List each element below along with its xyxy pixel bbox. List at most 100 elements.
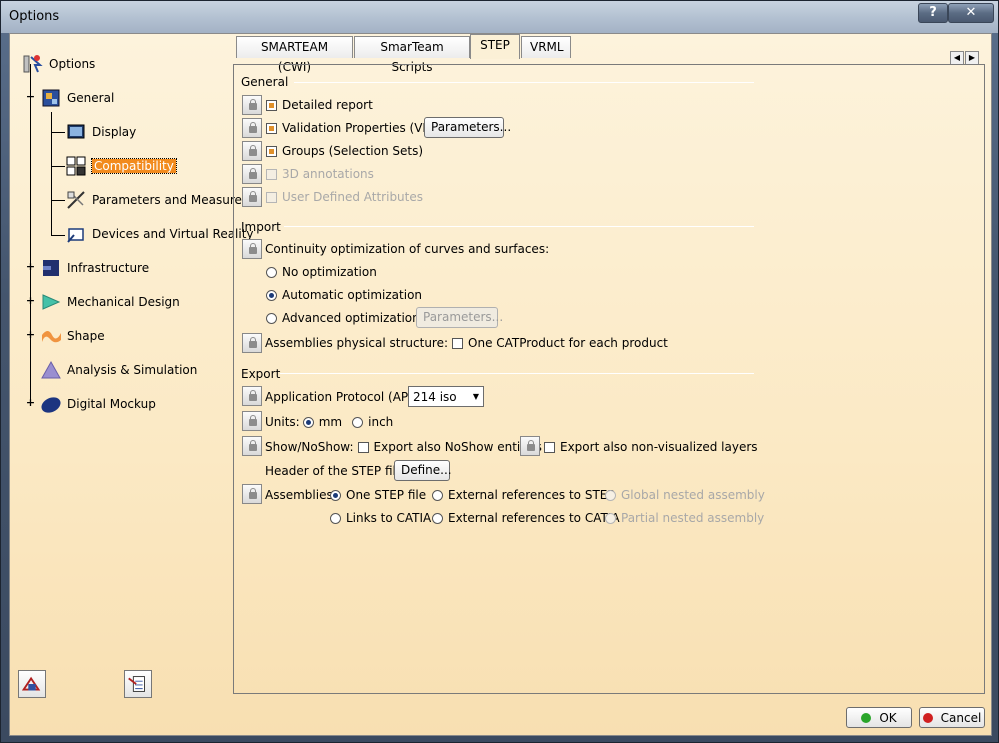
tree-label-analysis-simulation: Analysis & Simulation xyxy=(67,363,198,377)
assemblies-export-label: Assemblies: xyxy=(265,488,337,502)
title-bar: Options ? ✕ xyxy=(1,1,998,33)
ok-button[interactable]: OK xyxy=(846,707,912,728)
tree-label-devices-vr: Devices and Virtual Reality xyxy=(92,227,254,241)
options-tree: Options − General Display Compatibility … xyxy=(18,42,254,682)
define-header-button[interactable]: Define... xyxy=(394,460,452,481)
expand-mechanical-icon[interactable]: + xyxy=(25,295,36,307)
tree-label-display: Display xyxy=(92,125,137,139)
expand-digital-mockup-icon[interactable]: + xyxy=(25,397,36,409)
tree-label-compatibility: Compatibility xyxy=(91,158,177,174)
advanced-parameters-button[interactable]: Parameters... xyxy=(416,307,503,328)
lock-user-attrs-icon xyxy=(242,187,262,207)
cancel-dot-icon xyxy=(922,712,933,723)
validation-properties-checkbox[interactable]: Validation Properties (VP) xyxy=(266,121,434,135)
tree-item-display[interactable]: Display xyxy=(65,118,136,146)
close-button[interactable]: ✕ xyxy=(948,3,994,23)
tab-vrml[interactable]: VRML xyxy=(521,36,571,58)
tree-label-general: General xyxy=(67,91,115,105)
tree-item-digital-mockup[interactable]: Digital Mockup xyxy=(40,390,156,418)
export-noshow-checkbox[interactable] xyxy=(357,441,369,453)
tree-item-shape[interactable]: Shape xyxy=(40,322,105,350)
lock-3d-annotations-icon xyxy=(242,164,262,184)
links-to-catia-radio[interactable]: Links to CATIA xyxy=(330,511,431,525)
lock-ap-icon[interactable] xyxy=(242,386,262,406)
general-icon xyxy=(42,89,60,107)
tree-label-options: Options xyxy=(49,57,96,71)
3d-annotations-checkbox: 3D annotations xyxy=(266,167,374,181)
section-general-title: General xyxy=(241,75,289,89)
global-nested-assembly-radio: Global nested assembly xyxy=(605,488,765,502)
tree-item-analysis-simulation[interactable]: Analysis & Simulation xyxy=(40,356,197,384)
display-icon xyxy=(67,124,85,139)
tab-smarteam-scripts[interactable]: SmarTeam Scripts xyxy=(354,36,470,74)
validation-parameters-button[interactable]: Parameters... xyxy=(424,117,511,138)
detailed-report-checkbox[interactable]: Detailed report xyxy=(266,98,373,112)
tab-step[interactable]: STEP xyxy=(470,34,520,59)
step-panel xyxy=(233,64,985,694)
cancel-button[interactable]: Cancel xyxy=(919,707,985,728)
assemblies-structure-row: Assemblies physical structure: One CATPr… xyxy=(265,336,668,350)
tab-scroll-right-icon[interactable]: ▶ xyxy=(965,51,979,65)
ap-select[interactable]: 214 iso ▼ xyxy=(408,386,484,407)
reset-options-icon[interactable] xyxy=(18,670,46,698)
one-step-file-radio[interactable]: One STEP file xyxy=(330,488,426,502)
partial-nested-assembly-radio: Partial nested assembly xyxy=(605,511,764,525)
tree-label-mechanical-design: Mechanical Design xyxy=(67,295,180,309)
lock-continuity-icon[interactable] xyxy=(242,239,262,259)
lock-shownoshow-icon[interactable] xyxy=(242,436,262,456)
lock-assemblies-structure-icon[interactable] xyxy=(242,333,262,353)
mechanical-design-icon xyxy=(42,294,61,310)
shape-icon xyxy=(42,331,61,343)
groups-checkbox[interactable]: Groups (Selection Sets) xyxy=(266,144,423,158)
tree-item-parameters-measure[interactable]: Parameters and Measure xyxy=(65,186,242,214)
export-nonvisualized-checkbox[interactable]: Export also non-visualized layers xyxy=(544,440,758,454)
external-references-step-radio[interactable]: External references to STEP xyxy=(432,488,615,502)
help-button[interactable]: ? xyxy=(918,3,948,23)
dialog-client: Options − General Display Compatibility … xyxy=(9,33,992,736)
tab-scroll-left-icon[interactable]: ◀ xyxy=(950,51,964,65)
devices-vr-icon xyxy=(67,228,84,243)
expand-shape-icon[interactable]: + xyxy=(25,329,36,341)
parameters-measure-icon xyxy=(67,191,85,209)
section-export-title: Export xyxy=(241,367,281,381)
external-references-catia-radio[interactable]: External references to CATIA xyxy=(432,511,620,525)
no-optimization-radio[interactable]: No optimization xyxy=(266,265,377,279)
dump-parameters-icon[interactable] xyxy=(124,670,152,698)
tree-item-general[interactable]: General xyxy=(40,84,114,112)
one-catproduct-checkbox[interactable] xyxy=(452,337,464,349)
units-row: Units: mm inch xyxy=(265,415,394,429)
lock-validation-icon[interactable] xyxy=(242,118,262,138)
tree-label-digital-mockup: Digital Mockup xyxy=(67,397,156,411)
tab-smarteam-cwi[interactable]: SMARTEAM (CWI) xyxy=(236,36,353,74)
compatibility-icon xyxy=(66,156,86,176)
options-icon xyxy=(23,55,43,73)
lock-groups-icon[interactable] xyxy=(242,141,262,161)
tree-item-infrastructure[interactable]: Infrastructure xyxy=(40,254,149,282)
lock-assemblies-export-icon[interactable] xyxy=(242,484,262,504)
units-mm-radio[interactable] xyxy=(302,416,314,428)
digital-mockup-icon xyxy=(41,397,61,413)
automatic-optimization-radio[interactable]: Automatic optimization xyxy=(266,288,422,302)
section-import-title: Import xyxy=(241,220,281,234)
expand-infrastructure-icon[interactable]: + xyxy=(25,261,36,273)
user-defined-attributes-checkbox: User Defined Attributes xyxy=(266,190,423,204)
tree-label-shape: Shape xyxy=(67,329,105,343)
analysis-simulation-icon xyxy=(41,360,61,379)
tree-label-infrastructure: Infrastructure xyxy=(67,261,150,275)
lock-units-icon[interactable] xyxy=(242,411,262,431)
units-inch-radio[interactable] xyxy=(352,416,364,428)
lock-detailed-report-icon[interactable] xyxy=(242,95,262,115)
ok-dot-icon xyxy=(861,712,872,723)
options-window: Options ? ✕ Options − General Display Co… xyxy=(0,0,999,743)
collapse-general-icon[interactable]: − xyxy=(25,91,36,103)
tree-item-mechanical-design[interactable]: Mechanical Design xyxy=(40,288,180,316)
lock-nonvisualized-icon[interactable] xyxy=(520,436,540,456)
dropdown-arrow-icon: ▼ xyxy=(472,392,479,401)
tree-item-options[interactable]: Options xyxy=(22,50,95,78)
tree-item-compatibility[interactable]: Compatibility xyxy=(65,152,177,180)
tree-item-devices-vr[interactable]: Devices and Virtual Reality xyxy=(65,220,254,248)
ap-label: Application Protocol (AP) : xyxy=(265,390,421,404)
tree-label-parameters-measure: Parameters and Measure xyxy=(92,193,242,207)
advanced-optimization-radio[interactable]: Advanced optimization xyxy=(266,311,420,325)
step-header-label: Header of the STEP file : xyxy=(265,464,412,478)
